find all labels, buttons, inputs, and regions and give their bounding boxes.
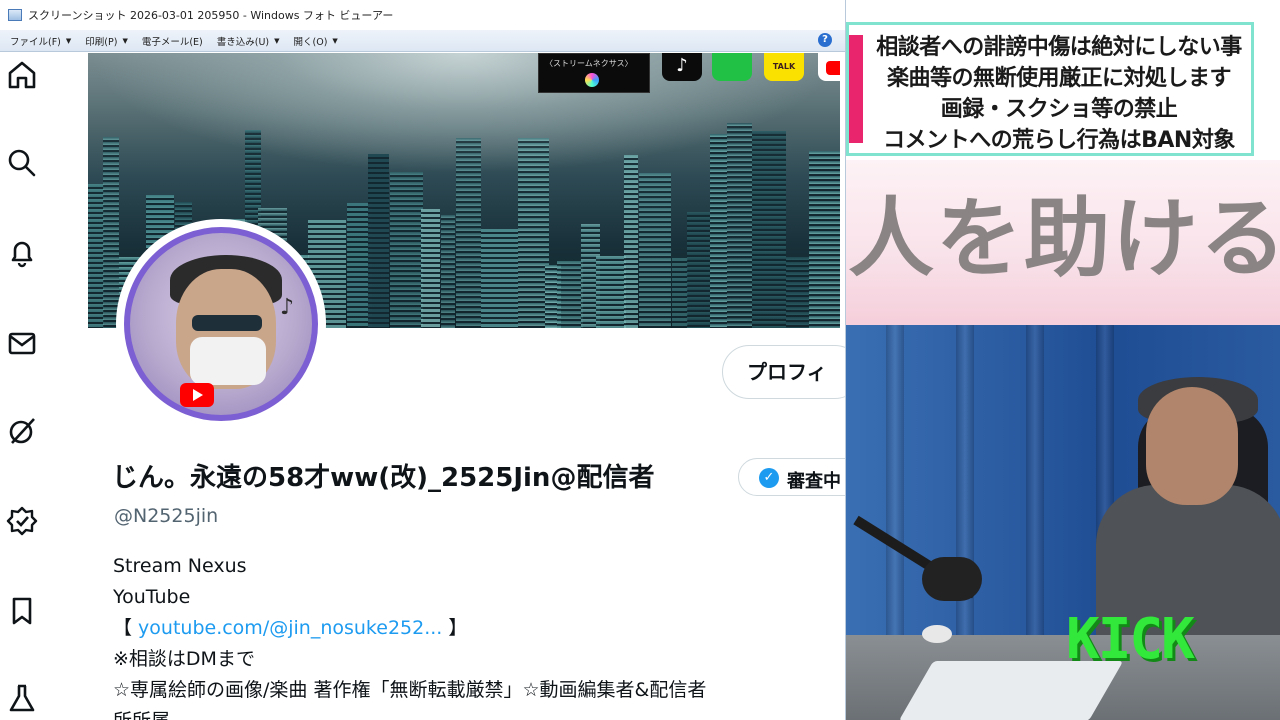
display-name: じん。永遠の58才ww(改)_2525Jin@配信者: [112, 463, 655, 493]
city-building: [103, 137, 119, 328]
city-building: [88, 184, 104, 328]
menu-open[interactable]: 開く(O) ▼: [294, 34, 338, 48]
streamer-head: [1146, 387, 1238, 505]
bio-bracket-open: 【: [113, 617, 139, 639]
city-building: [710, 134, 727, 328]
city-building: [752, 131, 786, 328]
stream-nexus-logo: 〈ストリームネクサス〉: [538, 53, 650, 93]
city-building: [557, 261, 583, 328]
chevron-down-icon: ▼: [65, 36, 72, 45]
youtube-icon: [818, 53, 840, 81]
tiktok-icon: ♪: [662, 53, 702, 81]
verify-label: 審査中: [787, 471, 841, 492]
menu-burn[interactable]: 書き込み(U) ▼: [217, 34, 280, 48]
search-icon[interactable]: [6, 147, 38, 179]
city-building: [596, 256, 626, 328]
bio-link-line: 【 youtube.com/@jin_nosuke252... 】: [113, 613, 845, 644]
notice-accent-tab: [849, 35, 863, 143]
x-profile-page: 〈ストリームネクサス〉 ♪ TALK ♪ プロフィ じん。永遠の58才ww(改)…: [0, 53, 845, 720]
stream-nexus-logo-text: 〈ストリームネクサス〉: [545, 59, 633, 68]
chevron-down-icon: ▼: [332, 36, 338, 45]
menu-print-label: 印刷(P): [85, 36, 118, 48]
tiktok-icon: ♪: [280, 295, 295, 320]
slogan-banner: 人を助ける: [846, 160, 1280, 325]
city-building: [672, 258, 688, 328]
youtube-icon: [180, 383, 214, 407]
bio-line: Stream Nexus: [113, 555, 247, 577]
menu-burn-label: 書き込み(U): [216, 36, 270, 48]
chevron-down-icon: ▼: [122, 36, 128, 45]
youtube-link[interactable]: youtube.com/@jin_nosuke252...: [138, 617, 442, 639]
verify-button[interactable]: ✓ 審査中: [738, 458, 845, 496]
city-building: [481, 229, 518, 328]
city-building: [786, 257, 811, 328]
line-icon: [712, 53, 752, 81]
city-building: [368, 154, 389, 328]
photo-viewer-window: スクリーンショット 2026-03-01 205950 - Windows フォ…: [0, 0, 846, 720]
screen: スクリーンショット 2026-03-01 205950 - Windows フォ…: [0, 0, 1280, 720]
chevron-down-icon: ▼: [274, 36, 280, 45]
menu-email[interactable]: 電子メール(E): [142, 34, 203, 48]
app-icon: [8, 9, 22, 21]
menu-email-label: 電子メール(E): [141, 36, 203, 48]
city-building: [624, 155, 638, 328]
kakaotalk-label: TALK: [772, 62, 796, 71]
kakaotalk-icon: TALK: [764, 53, 804, 81]
banner-logo-strip: 〈ストリームネクサス〉 ♪ TALK: [538, 53, 840, 93]
profile-handle: @N2525jin: [114, 505, 219, 527]
labs-icon[interactable]: [6, 683, 38, 715]
microphone: [922, 557, 982, 601]
city-building: [809, 151, 840, 328]
avatar-mask: [190, 337, 266, 385]
home-icon[interactable]: [6, 59, 38, 91]
rules-notice-panel: 相談者への誹謗中傷は絶対にしない事 楽曲等の無断使用厳正に対処します 画録・スク…: [846, 22, 1254, 156]
window-title: スクリーンショット 2026-03-01 205950 - Windows フォ…: [28, 9, 394, 22]
city-building: [456, 138, 481, 328]
orb-icon: [585, 73, 599, 87]
notice-line: 楽曲等の無断使用厳正に対処します: [886, 66, 1232, 91]
city-building: [727, 123, 752, 328]
menu-file[interactable]: ファイル(F) ▼: [10, 34, 71, 48]
avatar-glasses: [192, 315, 262, 331]
profile-bio: Stream Nexus YouTube 【 youtube.com/@jin_…: [113, 551, 845, 720]
grok-icon[interactable]: [6, 415, 38, 447]
edit-profile-button[interactable]: プロフィ: [722, 345, 845, 399]
city-building: [390, 172, 423, 328]
notice-line: 画録・スクショ等の禁止: [940, 97, 1178, 122]
nav-rail: [0, 53, 44, 720]
bio-line: ※相談はDMまで: [113, 648, 255, 670]
menu-print[interactable]: 印刷(P) ▼: [85, 34, 128, 48]
bio-line: ☆専属絵師の画像/楽曲 著作権「無断転載厳禁」☆動画編集者&配信者: [113, 679, 707, 701]
city-building: [441, 215, 455, 328]
bio-line: YouTube: [113, 586, 191, 608]
webcam-feed: KICK: [846, 325, 1280, 720]
slogan-text: 人を助ける: [848, 189, 1280, 289]
bio-line: 所所属: [113, 706, 845, 720]
help-icon[interactable]: ?: [818, 33, 832, 47]
avatar[interactable]: ♪: [116, 219, 326, 429]
notice-line: 相談者への誹謗中傷は絶対にしない事: [876, 35, 1242, 60]
title-bar[interactable]: スクリーンショット 2026-03-01 205950 - Windows フォ…: [0, 0, 845, 30]
notifications-icon[interactable]: [6, 237, 38, 269]
bio-bracket-close: 】: [442, 617, 468, 639]
menu-open-label: 開く(O): [293, 36, 328, 48]
kick-logo: KICK: [1066, 607, 1195, 672]
verified-badge-icon: ✓: [759, 468, 779, 488]
mouse: [922, 625, 952, 643]
messages-icon[interactable]: [6, 327, 38, 359]
verified-icon[interactable]: [6, 505, 38, 537]
menu-file-label: ファイル(F): [10, 36, 61, 48]
avatar-image: ♪: [124, 227, 318, 421]
city-building: [639, 173, 671, 328]
menu-bar: ファイル(F) ▼ 印刷(P) ▼ 電子メール(E) 書き込み(U) ▼ 開く(O) ▼…: [0, 30, 845, 52]
city-building: [421, 209, 440, 328]
bookmarks-icon[interactable]: [6, 595, 38, 627]
notice-line: コメントへの荒らし行為はBAN対象: [883, 128, 1235, 153]
city-building: [687, 212, 712, 328]
